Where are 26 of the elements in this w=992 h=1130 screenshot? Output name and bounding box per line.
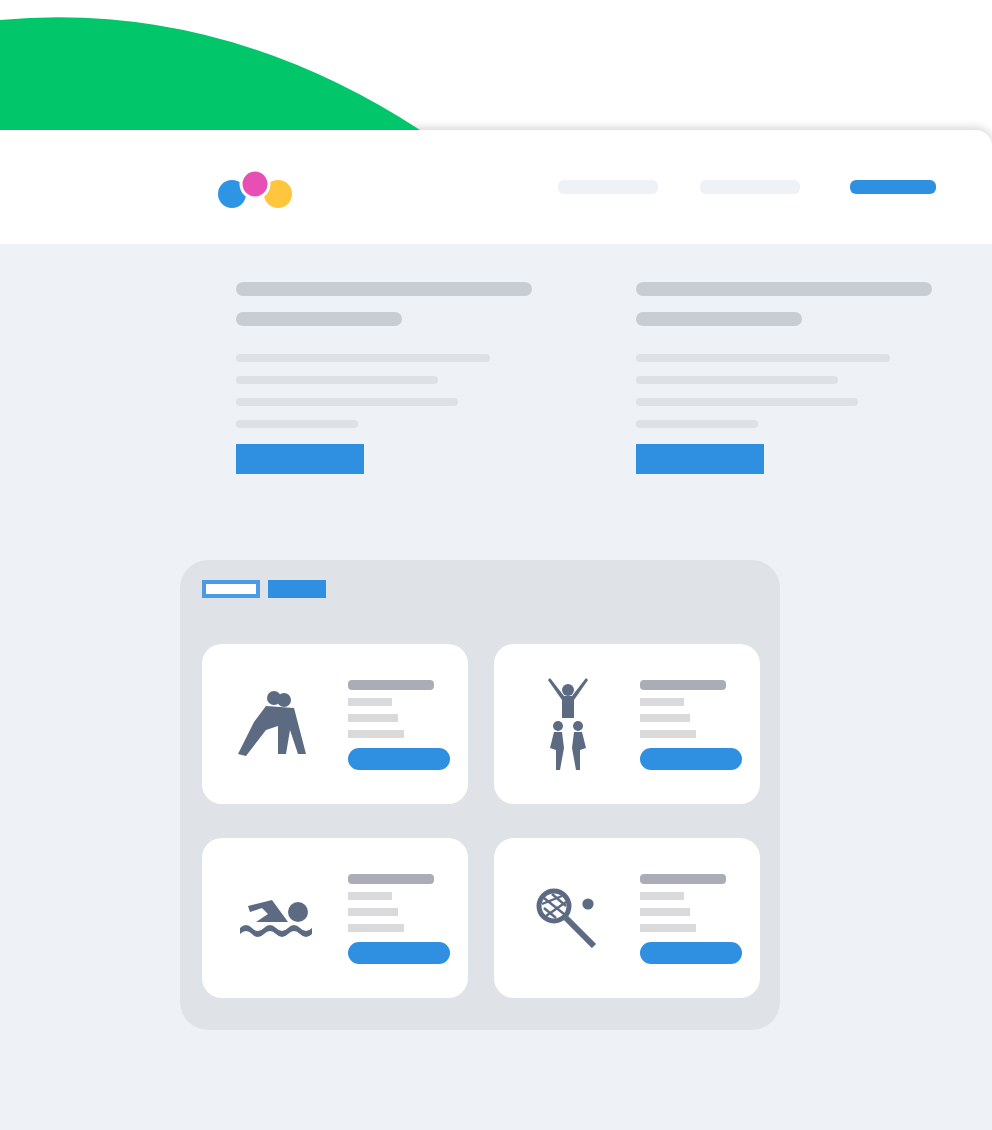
nav-link[interactable]: [850, 180, 936, 194]
text-line-placeholder: [640, 923, 696, 931]
text-line-placeholder: [640, 713, 690, 721]
text-line-placeholder: [348, 891, 392, 899]
title-placeholder: [348, 873, 434, 883]
tab[interactable]: [202, 580, 260, 598]
button-placeholder[interactable]: [348, 747, 450, 769]
logo-icon: [216, 167, 296, 211]
text-line-placeholder: [640, 729, 696, 737]
title-placeholder: [640, 873, 726, 883]
text-line-placeholder: [348, 923, 404, 931]
text-line-placeholder: [348, 697, 392, 705]
text-line-placeholder: [640, 891, 684, 899]
text-line-placeholder: [348, 907, 398, 915]
text-line-placeholder: [348, 713, 398, 721]
title-placeholder: [640, 679, 726, 689]
tennis-racket-icon: [535, 888, 599, 948]
text-line-placeholder: [640, 697, 684, 705]
title-placeholder: [348, 679, 434, 689]
swimmer-icon: [239, 898, 311, 938]
button-placeholder[interactable]: [348, 941, 450, 963]
text-line-placeholder: [348, 729, 404, 737]
text-line-placeholder: [640, 907, 690, 915]
cheerleaders-icon: [545, 678, 589, 770]
button-placeholder[interactable]: [640, 747, 742, 769]
button-placeholder[interactable]: [640, 941, 742, 963]
